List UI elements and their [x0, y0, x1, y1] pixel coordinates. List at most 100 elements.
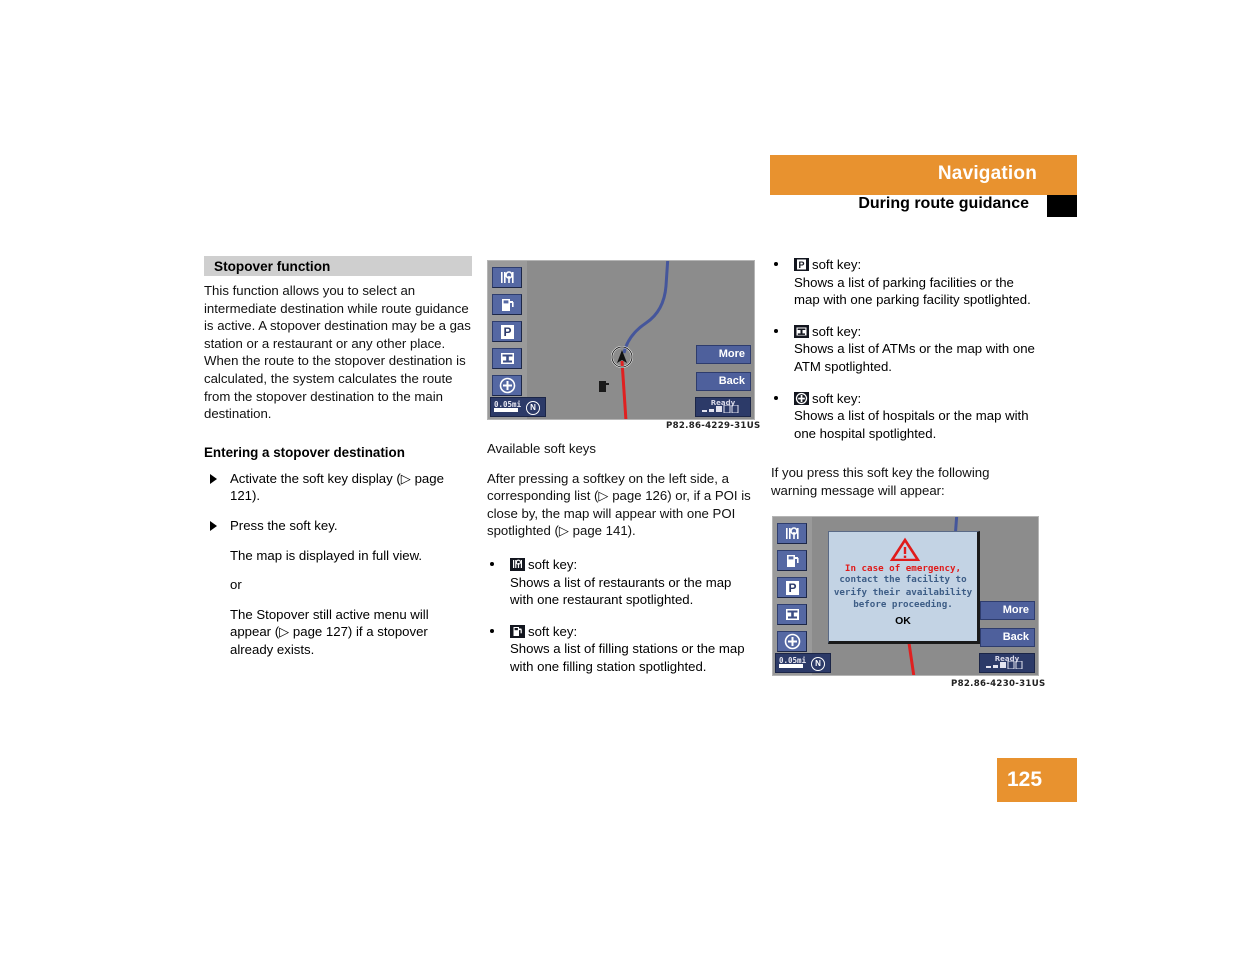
list-item: P soft key: Shows a list of parking faci… — [771, 256, 1039, 309]
left-column: Stopover function This function allows y… — [204, 256, 472, 671]
page-title: Navigation — [937, 163, 1037, 184]
softkey-parking[interactable]: P — [492, 321, 522, 342]
warning-line: contact the facility to — [839, 574, 967, 585]
bullet-dot-icon — [774, 328, 778, 333]
softkey-hospital[interactable] — [492, 375, 522, 396]
parking-icon: P — [794, 258, 809, 271]
map-scale-indicator: 0.05mi N — [775, 653, 831, 673]
warning-message-screenshot: P More Back 0.05mi N Ready In case of em… — [772, 516, 1039, 676]
list-item: soft key: Shows a list of restaurants or… — [487, 556, 755, 609]
ok-button[interactable]: OK — [829, 615, 977, 627]
list-item-label: soft key: — [812, 323, 862, 339]
atm-icon — [501, 353, 514, 364]
chapter-marker — [1047, 195, 1077, 217]
warning-intro-paragraph: If you press this soft key the following… — [771, 465, 990, 498]
list-item-label: soft key: — [812, 390, 862, 406]
more-button[interactable]: More — [696, 345, 751, 364]
softkey-atm[interactable] — [492, 348, 522, 369]
section-heading-label: Stopover function — [214, 258, 331, 274]
back-button[interactable]: Back — [980, 628, 1035, 647]
warning-line: verify their availability — [833, 586, 973, 598]
softkey-parking[interactable]: P — [777, 577, 807, 598]
status-indicator: Ready — [979, 653, 1035, 673]
step-item: Activate the soft key display (▷ page 12… — [204, 470, 472, 505]
map-scale-bar — [779, 664, 803, 668]
header-subtitle-row: During route guidance — [770, 195, 1077, 217]
map-route-graphic — [611, 261, 670, 419]
triangle-bullet-icon — [210, 473, 217, 484]
compass-icon: N — [811, 657, 825, 671]
list-item-label: soft key: — [528, 623, 578, 639]
warning-line: before proceeding. — [853, 599, 953, 611]
fuel-pump-icon — [510, 624, 525, 638]
list-item-description: Shows a list of ATMs or the map with one… — [794, 341, 1035, 374]
fuel-pump-icon — [502, 299, 514, 311]
softkey-restaurant[interactable] — [492, 267, 522, 288]
intro-paragraph: This function allows you to select an in… — [204, 283, 471, 422]
triangle-bullet-icon — [210, 520, 217, 531]
bullet-dot-icon — [774, 262, 778, 266]
more-button[interactable]: More — [980, 601, 1035, 620]
restaurant-icon — [510, 557, 525, 571]
page-number-badge: 125 — [997, 758, 1077, 802]
section-subtitle: During route guidance — [858, 195, 1029, 212]
list-item-label: soft key: — [812, 257, 862, 272]
hospital-icon — [794, 391, 809, 405]
right-column: P soft key: Shows a list of parking faci… — [771, 256, 1039, 500]
bullet-dot-icon — [490, 561, 494, 566]
hospital-icon — [499, 377, 516, 394]
warning-triangle-icon — [889, 537, 921, 561]
softkey-hospital[interactable] — [777, 631, 807, 652]
map-scale-bar — [494, 408, 518, 412]
header-accent-bar: Navigation — [770, 155, 1077, 195]
step-alternative-text: or — [230, 577, 242, 593]
softkey-fuel[interactable] — [777, 550, 807, 571]
atm-icon — [794, 324, 809, 338]
fuel-pump-icon — [787, 555, 799, 567]
available-softkeys-heading: Available soft keys — [487, 441, 596, 456]
list-item: soft key: Shows a list of ATMs or the ma… — [771, 323, 1039, 376]
signal-bars-icon — [986, 661, 1023, 669]
warning-dialog: In case of emergency, contact the facili… — [828, 531, 980, 644]
softkey-restaurant[interactable] — [777, 523, 807, 544]
list-item-description: Shows a list of filling stations or the … — [510, 641, 745, 674]
step-alternative-detail: The Stopover still active menu will appe… — [230, 606, 429, 657]
hospital-icon — [784, 633, 801, 650]
list-item: soft key: Shows a list of hospitals or t… — [771, 390, 1039, 443]
compass-icon: N — [526, 401, 540, 415]
sub-heading: Entering a stopover destination — [204, 444, 405, 460]
bullet-dot-icon — [490, 628, 494, 633]
softkeys-paragraph: After pressing a softkey on the left sid… — [487, 470, 751, 539]
parking-icon: P — [501, 325, 514, 339]
step-text: Activate the soft key display (▷ page 12… — [230, 470, 444, 504]
softkey-atm[interactable] — [777, 604, 807, 625]
softkey-fuel[interactable] — [492, 294, 522, 315]
restaurant-icon — [786, 527, 799, 539]
navigation-map-screenshot: P More Back 0.05mi N Ready — [487, 260, 755, 420]
list-item-description: Shows a list of hospitals or the map wit… — [794, 408, 1029, 441]
signal-bars-icon — [702, 405, 739, 413]
step-text: Press the soft key. — [230, 517, 338, 533]
status-indicator: Ready — [695, 397, 751, 417]
list-item-label: soft key: — [528, 556, 578, 572]
poi-fuel-marker-icon — [599, 381, 609, 392]
svg-text:P: P — [798, 260, 804, 270]
list-item: soft key: Shows a list of filling statio… — [487, 623, 755, 676]
list-item-description: Shows a list of restaurants or the map w… — [510, 574, 732, 608]
section-heading-band: Stopover function — [204, 256, 472, 276]
figure-caption: P82.86-4230-31US — [951, 679, 1046, 689]
parking-icon: P — [786, 581, 799, 595]
step-result-text: The map is displayed in full view. — [230, 547, 423, 563]
restaurant-icon — [501, 271, 514, 283]
map-scale-indicator: 0.05mi N — [490, 397, 546, 417]
middle-column: Available soft keys After pressing a sof… — [487, 440, 755, 690]
step-item: Press the soft key. — [204, 517, 472, 535]
figure-caption: P82.86-4229-31US — [666, 421, 761, 431]
bullet-dot-icon — [774, 395, 778, 400]
atm-icon — [786, 609, 799, 620]
page-number-label: 125 — [1007, 768, 1043, 791]
warning-line-emphasis: In case of emergency, — [844, 563, 962, 574]
back-button[interactable]: Back — [696, 372, 751, 391]
svg-text:P: P — [503, 325, 511, 339]
svg-text:P: P — [788, 581, 796, 595]
